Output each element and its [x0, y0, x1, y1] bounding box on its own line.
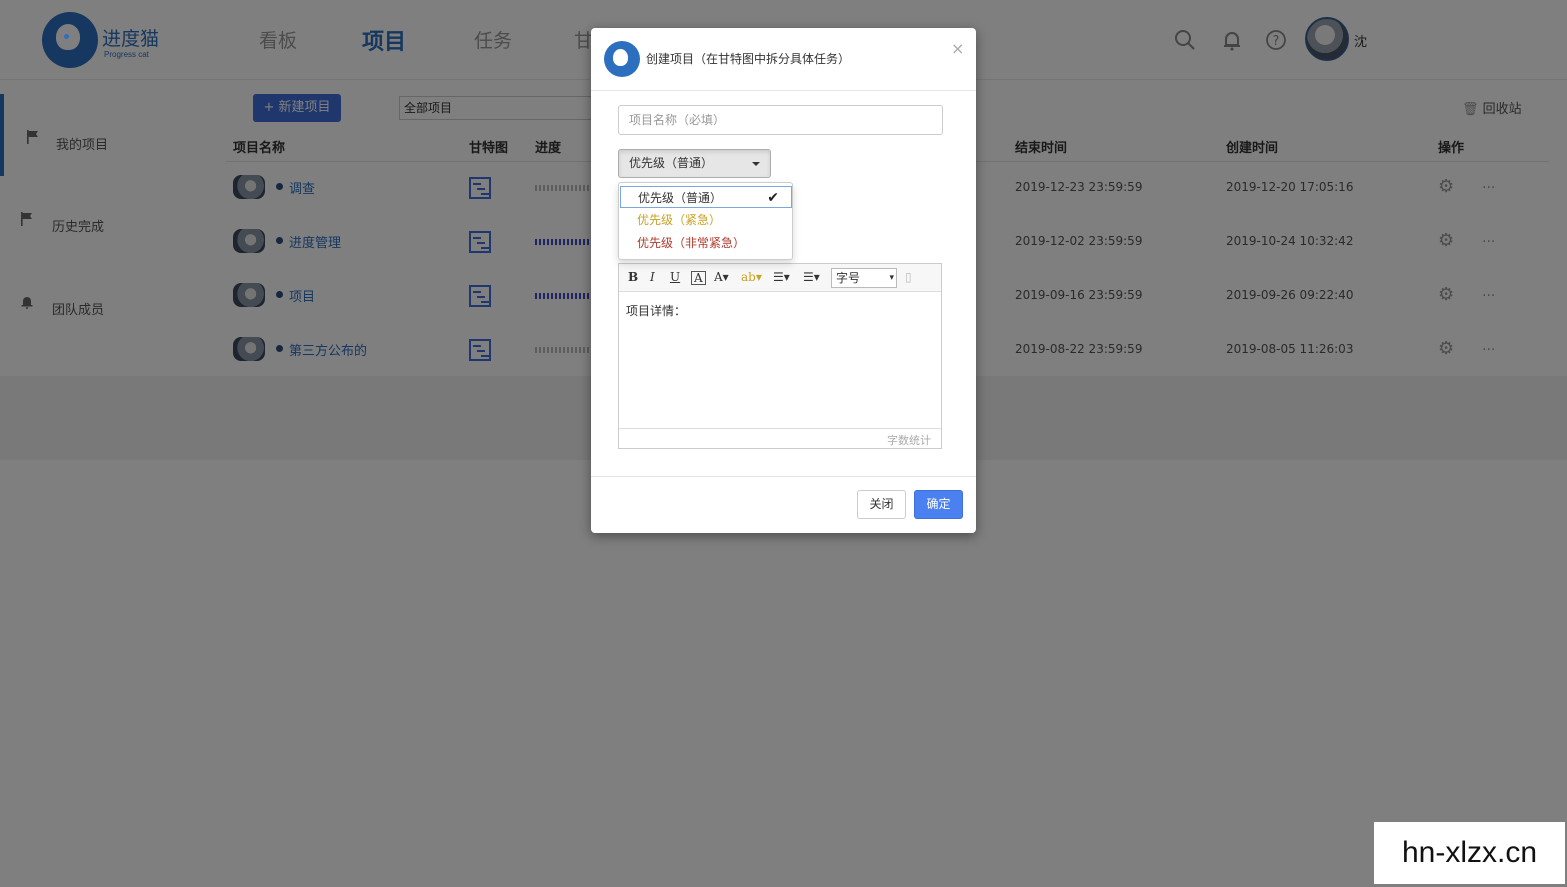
- dialog-header: 创建项目（在甘特图中拆分具体任务） ×: [591, 28, 976, 91]
- chevron-down-icon: ▾: [889, 273, 894, 283]
- option-label: 优先级（紧急）: [637, 213, 722, 227]
- priority-select-value: 优先级（普通）: [629, 156, 714, 170]
- close-icon[interactable]: ×: [951, 39, 964, 58]
- font-size-label: 字号: [836, 271, 861, 285]
- bold-icon[interactable]: B: [628, 270, 638, 284]
- option-label: 优先级（非常紧急）: [637, 236, 746, 250]
- logo-icon: [604, 41, 640, 77]
- priority-select[interactable]: 优先级（普通）: [618, 149, 771, 178]
- unordered-list-icon[interactable]: ☰▾: [803, 270, 820, 284]
- underline-icon[interactable]: U: [670, 270, 680, 284]
- priority-option-urgent[interactable]: 优先级（紧急）: [620, 209, 792, 231]
- create-project-dialog: 创建项目（在甘特图中拆分具体任务） × 优先级（普通） 优先级（普通） ✔ 优先…: [591, 28, 976, 533]
- word-count-label: 字数统计: [887, 434, 931, 447]
- priority-option-normal[interactable]: 优先级（普通） ✔: [620, 186, 792, 208]
- editor-content[interactable]: 项目详情：: [626, 302, 686, 319]
- dialog-title: 创建项目（在甘特图中拆分具体任务）: [646, 52, 851, 66]
- font-border-icon[interactable]: A: [691, 271, 706, 285]
- ordered-list-icon[interactable]: ☰▾: [773, 270, 790, 284]
- option-label: 优先级（普通）: [638, 191, 723, 205]
- highlight-icon[interactable]: ab▾: [741, 270, 762, 284]
- watermark: hn-xlzx.cn: [1374, 822, 1565, 884]
- confirm-button[interactable]: 确定: [914, 490, 963, 519]
- check-icon: ✔: [767, 190, 779, 206]
- priority-option-very-urgent[interactable]: 优先级（非常紧急）: [620, 232, 792, 254]
- divider: [591, 476, 976, 477]
- close-button[interactable]: 关闭: [857, 490, 906, 519]
- editor-toolbar: B I U A A▾ ab▾ ☰▾ ☰▾ 字号 ▾ ▯: [619, 264, 941, 292]
- project-name-input[interactable]: [618, 105, 943, 135]
- document-icon[interactable]: ▯: [905, 270, 912, 284]
- font-size-select[interactable]: 字号 ▾: [831, 268, 897, 288]
- rich-text-editor[interactable]: B I U A A▾ ab▾ ☰▾ ☰▾ 字号 ▾ ▯ 项目详情： 字数统计: [618, 263, 942, 449]
- editor-statusbar: 字数统计: [619, 428, 941, 448]
- font-color-icon[interactable]: A▾: [714, 270, 729, 284]
- priority-dropdown-menu: 优先级（普通） ✔ 优先级（紧急） 优先级（非常紧急）: [618, 182, 793, 260]
- chevron-down-icon: [752, 162, 760, 166]
- italic-icon[interactable]: I: [650, 270, 655, 284]
